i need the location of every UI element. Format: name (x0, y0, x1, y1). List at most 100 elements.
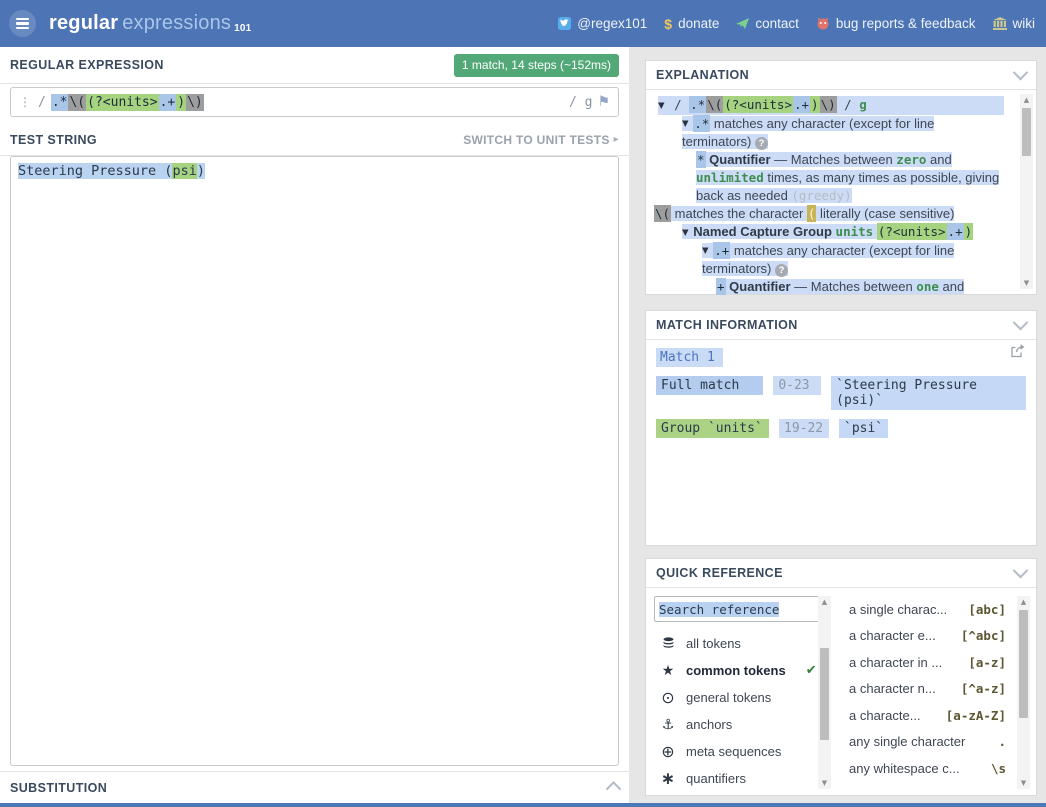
explanation-segment: ▼ (682, 228, 691, 238)
explanation-segment: unlimited (696, 170, 764, 185)
scroll-down-icon[interactable]: ▼ (1017, 777, 1030, 789)
match-row-range: 19-22 (779, 419, 829, 438)
regex-flags[interactable]: / g (569, 95, 592, 110)
dollar-icon: $ (664, 16, 672, 32)
explanation-segment: matches any character (except for line t… (682, 116, 934, 150)
explanation-line: * Quantifier — Matches between zero and … (654, 151, 1028, 205)
explanation-segment: + (716, 278, 726, 295)
category-scrollbar[interactable]: ▲ ▼ (818, 596, 831, 789)
explanation-line: + Quantifier — Matches between one and (654, 278, 1028, 296)
regex-token: .+ (159, 94, 177, 111)
reference-entry-description: any whitespace c... (849, 761, 960, 776)
chevron-up-icon[interactable] (606, 781, 622, 797)
category-general-tokens[interactable]: ⊙general tokens (654, 684, 817, 711)
substitution-header[interactable]: SUBSTITUTION (0, 771, 629, 803)
nav-link-contact[interactable]: contact (736, 16, 799, 31)
explanation-segment: units (836, 224, 874, 239)
meta-icon: ⊕ (660, 742, 676, 761)
nav-link-wiki[interactable]: wiki (993, 16, 1036, 31)
regex-token: \( (68, 94, 86, 111)
explanation-panel-header[interactable]: EXPLANATION (646, 61, 1036, 90)
chevron-down-icon[interactable] (1013, 562, 1029, 578)
chevron-down-icon[interactable] (1013, 64, 1029, 80)
reference-entry-token: [abc] (968, 602, 1006, 617)
menu-button[interactable] (9, 10, 36, 37)
scrollbar-thumb[interactable] (1019, 610, 1028, 718)
reference-entry[interactable]: a characte...[a-zA-Z] (849, 702, 1006, 729)
reference-entry[interactable]: a single charac... [abc] (849, 596, 1006, 623)
quick-reference-panel-header[interactable]: QUICK REFERENCE (646, 559, 1036, 588)
explanation-segment: — Matches between (791, 279, 917, 294)
explanation-line-text: ▼ Named Capture Group units (?<units>.+) (682, 224, 973, 239)
reference-entry-token: [^a-z] (961, 681, 1006, 696)
explanation-segment: ▼ (658, 101, 665, 111)
scroll-up-icon[interactable]: ▲ (1017, 596, 1030, 608)
category-meta-sequences[interactable]: ⊕meta sequences (654, 738, 817, 765)
right-arrow-icon: ▸ (614, 134, 619, 145)
match-row: Group `units`19-22`psi` (656, 419, 1026, 438)
chevron-down-icon[interactable] (1013, 314, 1029, 330)
nav-links: @regex101 $donate contact bug reports & fee… (558, 16, 1035, 32)
match-information-panel-header[interactable]: MATCH INFORMATION (646, 311, 1036, 340)
reference-entry-token: [^abc] (961, 628, 1006, 643)
explanation-segment: (?<units> (877, 223, 947, 240)
switch-to-unit-tests-link[interactable]: SWITCH TO UNIT TESTS ▸ (463, 133, 619, 147)
help-icon[interactable]: ? (755, 137, 768, 150)
flag-icon[interactable]: ⚑ (597, 94, 610, 110)
search-reference-input[interactable]: Search reference (654, 596, 820, 622)
regex-token: ) (176, 94, 186, 111)
reference-entry[interactable]: a character e...[^abc] (849, 623, 1006, 650)
category-all-tokens[interactable]: all tokens (654, 630, 817, 657)
explanation-segment: one (916, 279, 939, 294)
explanation-scrollbar[interactable]: ▲ ▼ (1020, 94, 1033, 289)
paper-plane-icon (736, 18, 749, 30)
explanation-segment: zero (896, 152, 926, 167)
explanation-segment: ▼ (702, 246, 711, 256)
explanation-line-text: + Quantifier — Matches between one and (716, 279, 964, 294)
logo-regular: regular (49, 12, 118, 34)
scroll-up-icon[interactable]: ▲ (818, 596, 831, 608)
scroll-up-icon[interactable]: ▲ (1020, 94, 1033, 106)
reference-entry[interactable]: any single character. (849, 729, 1006, 756)
regular-expression-title: REGULAR EXPRESSION (10, 58, 164, 72)
explanation-segment: .* (693, 115, 710, 132)
nav-link-donate[interactable]: $donate (664, 16, 719, 32)
navbar: regularexpressions101 @regex101 $donate co… (0, 0, 1046, 47)
github-icon (816, 17, 830, 30)
drag-handle-icon[interactable]: ⋮ (19, 95, 31, 109)
reference-entry-description: a characte... (849, 708, 921, 723)
reference-scrollbar[interactable]: ▲ ▼ (1017, 596, 1030, 789)
regex-input[interactable]: ⋮ / .*\((?<units>.+)\) / g ⚑ (10, 87, 619, 117)
category-anchors[interactable]: ⚓anchors (654, 711, 817, 738)
nav-link-label: @regex101 (577, 16, 647, 31)
scrollbar-thumb[interactable] (1022, 108, 1031, 156)
reference-entry[interactable]: a character n...[^a-z] (849, 676, 1006, 703)
explanation-line: ▼ .* matches any character (except for l… (654, 115, 1028, 152)
explanation-segment: g (859, 97, 867, 112)
explanation-segment: Quantifier (709, 152, 770, 167)
logo[interactable]: regularexpressions101 (49, 12, 251, 35)
quick-reference-title: QUICK REFERENCE (656, 566, 783, 580)
explanation-segment: (greedy) (791, 188, 851, 203)
reference-entry-description: a single charac... (849, 602, 947, 617)
match-row-value: `psi` (839, 419, 888, 438)
explanation-line-text: * Quantifier — Matches between zero and … (696, 152, 999, 203)
logo-101: 101 (234, 23, 251, 34)
scroll-down-icon[interactable]: ▼ (818, 777, 831, 789)
reference-entry-token: [a-z] (968, 655, 1006, 670)
export-matches-icon[interactable] (1009, 343, 1026, 363)
nav-link-bug-reports-feedback[interactable]: bug reports & feedback (816, 16, 976, 31)
explanation-segment: .+ (713, 242, 730, 259)
test-string-input[interactable]: Steering Pressure (psi) (10, 156, 619, 766)
nav-link-regex101[interactable]: @regex101 (558, 16, 647, 31)
category-quantifiers[interactable]: ∗quantifiers (654, 765, 817, 792)
explanation-segment: \( (706, 96, 723, 113)
category-common-tokens[interactable]: ★common tokens✔ (654, 657, 817, 684)
scroll-down-icon[interactable]: ▼ (1020, 277, 1033, 289)
reference-entry[interactable]: any whitespace c...\s (849, 755, 1006, 782)
help-icon[interactable]: ? (775, 264, 788, 277)
reference-entry-token: . (998, 734, 1006, 749)
explanation-segment: * (696, 151, 706, 168)
reference-entry[interactable]: a character in ...[a-z] (849, 649, 1006, 676)
scrollbar-thumb[interactable] (820, 648, 829, 740)
